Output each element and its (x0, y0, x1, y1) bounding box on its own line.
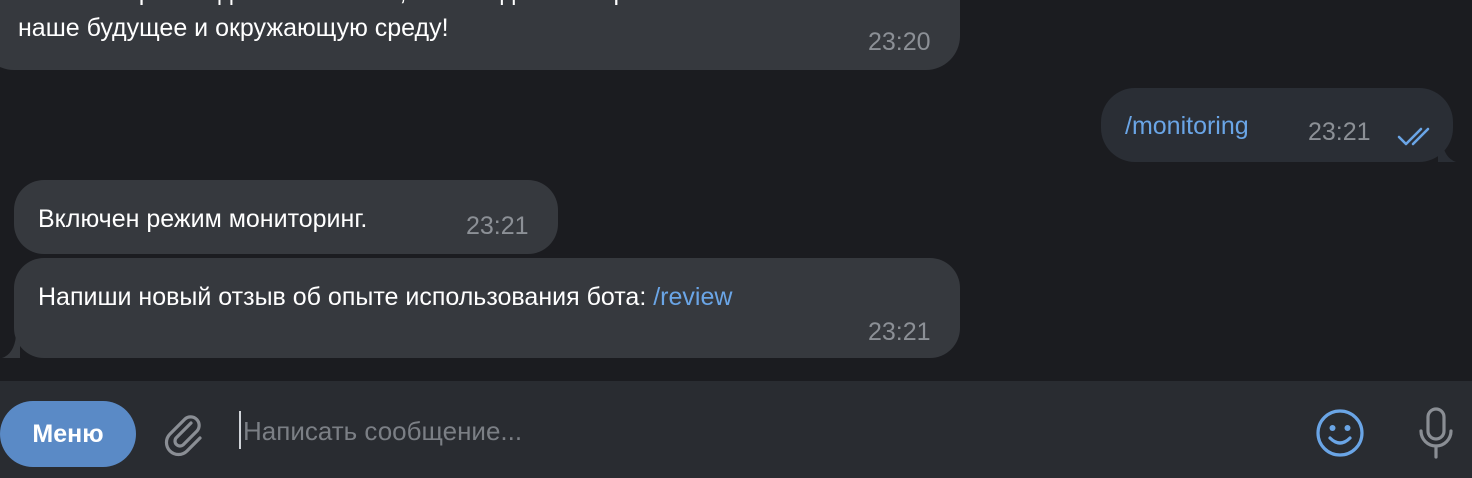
bubble-tail (1438, 140, 1456, 162)
double-check-icon (1397, 126, 1441, 151)
message-body: Напиши новый отзыв об опыте использовани… (38, 283, 654, 311)
message-input[interactable] (243, 403, 1283, 459)
bot-command-link[interactable]: /monitoring (1125, 108, 1249, 144)
bubble-tail (2, 336, 20, 358)
message-incoming[interactable]: Включен режим мониторинг. 23:21 (14, 180, 558, 254)
message-time: 23:20 (868, 28, 931, 56)
message-incoming[interactable]: нюансов производства. Помните, что кажды… (0, 0, 960, 70)
message-text: нюансов производства. Помните, что кажды… (18, 0, 748, 10)
message-time: 23:21 (868, 318, 931, 346)
microphone-icon[interactable] (1416, 405, 1456, 466)
message-text: наше будущее и окружающую среду! (18, 14, 449, 42)
smile-icon[interactable] (1314, 407, 1366, 464)
message-text: Включен режим мониторинг. (38, 205, 368, 233)
bot-command-link[interactable]: /review (653, 283, 732, 311)
paperclip-icon[interactable] (160, 409, 208, 462)
text-caret (239, 411, 241, 449)
chat-history[interactable]: нюансов производства. Помните, что кажды… (0, 0, 1472, 381)
bot-menu-button[interactable]: Меню (0, 401, 136, 467)
message-incoming[interactable]: Напиши новый отзыв об опыте использовани… (14, 258, 960, 358)
message-composer: Меню (0, 381, 1472, 478)
message-text: Напиши новый отзыв об опыте использовани… (38, 279, 732, 315)
message-time: 23:21 (466, 212, 529, 240)
message-outgoing[interactable]: /monitoring 23:21 (1101, 88, 1453, 162)
message-time: 23:21 (1308, 118, 1371, 146)
